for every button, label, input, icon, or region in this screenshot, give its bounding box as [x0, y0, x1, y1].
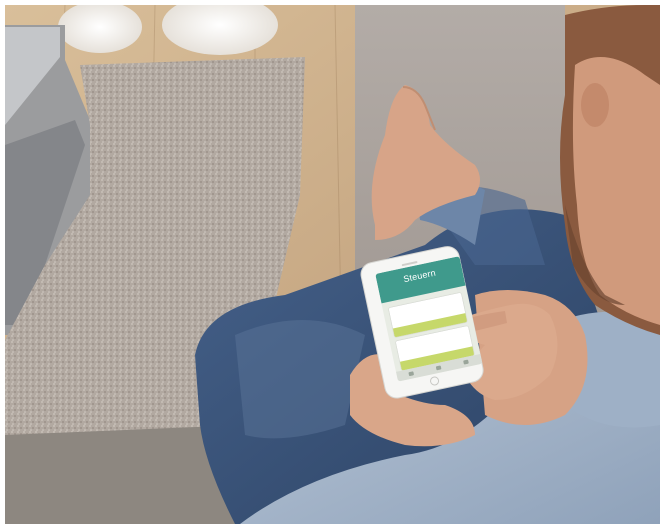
phone-tab-icon	[463, 359, 469, 365]
phone-tab-icon	[408, 371, 415, 377]
photo-frame: Steuern	[5, 5, 660, 524]
phone-tab-icon	[435, 365, 442, 371]
ear	[581, 83, 609, 127]
photo-scene	[5, 5, 660, 524]
